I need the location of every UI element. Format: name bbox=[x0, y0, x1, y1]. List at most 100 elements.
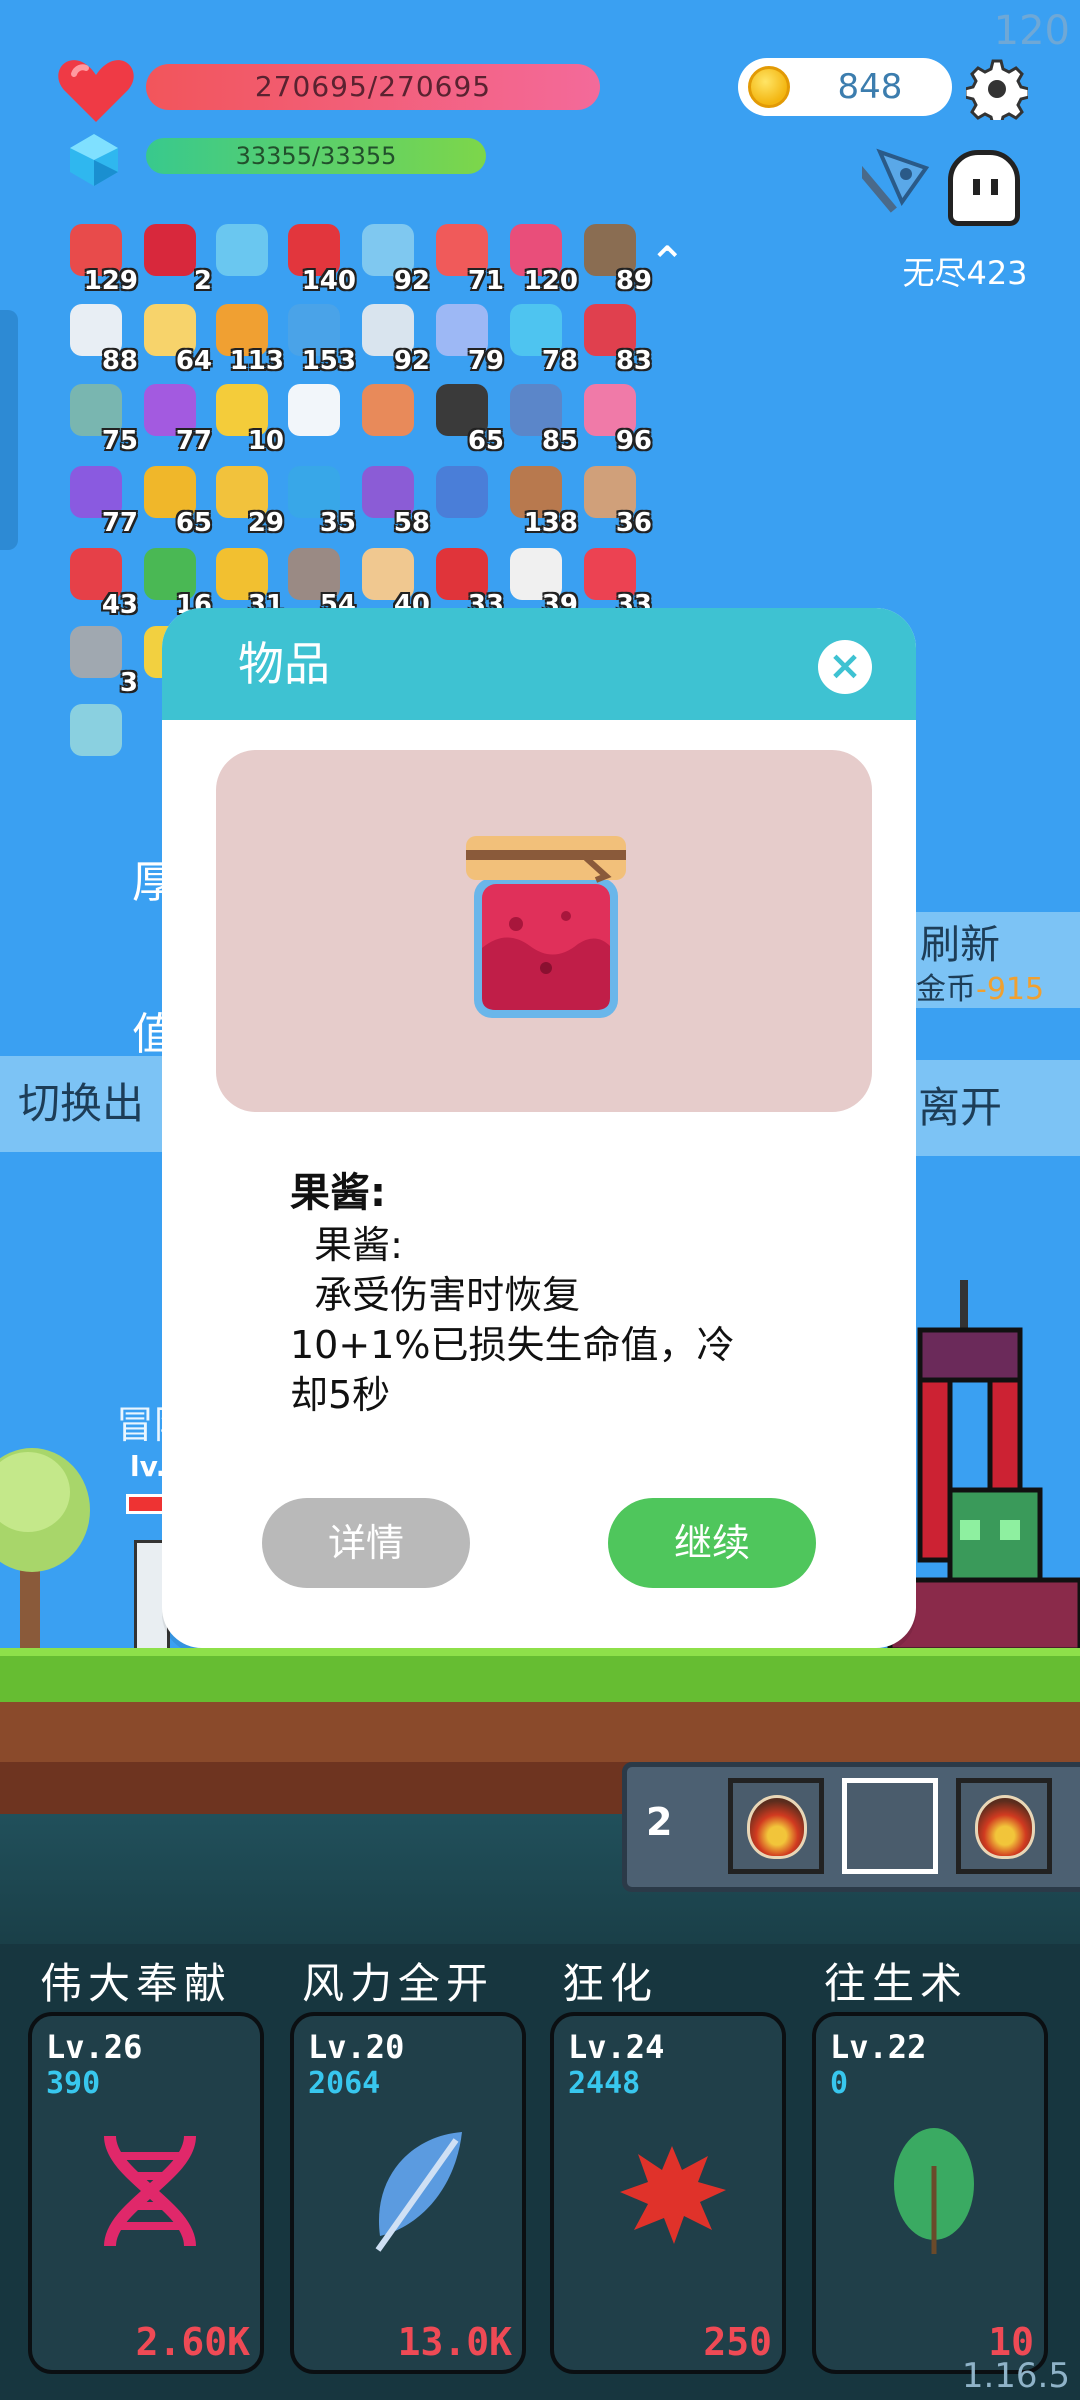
inventory-item[interactable]: 140 bbox=[282, 220, 356, 296]
inventory-item[interactable]: 3 bbox=[64, 622, 138, 698]
inventory-item[interactable]: 65 bbox=[430, 380, 504, 456]
potion-slot-1[interactable] bbox=[728, 1778, 824, 1874]
skill-level: Lv.22 bbox=[830, 2028, 927, 2066]
potion-slot-2[interactable] bbox=[842, 1778, 938, 1874]
inventory-item[interactable] bbox=[282, 380, 346, 444]
skill-upgrade-cost: 250 bbox=[703, 2320, 772, 2364]
gear-icon[interactable] bbox=[966, 58, 1028, 120]
inventory-item[interactable]: 58 bbox=[356, 462, 430, 538]
skill-upgrade-cost: 2.60K bbox=[135, 2320, 250, 2364]
skill-level: Lv.20 bbox=[308, 2028, 405, 2066]
potion-slot-3[interactable] bbox=[956, 1778, 1052, 1874]
inventory-item[interactable]: 33 bbox=[430, 544, 504, 620]
item-count: 153 bbox=[301, 346, 356, 376]
item-count: 78 bbox=[541, 346, 578, 376]
item-count: 65 bbox=[467, 426, 504, 456]
item-count: 43 bbox=[101, 590, 138, 620]
inventory-item[interactable]: 33 bbox=[578, 544, 652, 620]
heart-icon bbox=[58, 60, 134, 122]
endless-mode-label: 无尽423 bbox=[902, 254, 1028, 292]
item-count: 64 bbox=[175, 346, 212, 376]
dialog-title: 物品 bbox=[238, 637, 330, 691]
item-count: 113 bbox=[229, 346, 284, 376]
inventory-item[interactable]: 40 bbox=[356, 544, 430, 620]
inventory-item[interactable]: 2 bbox=[138, 220, 212, 296]
item-icon bbox=[288, 384, 340, 436]
inventory-item[interactable]: 79 bbox=[430, 300, 504, 376]
inventory-item[interactable]: 43 bbox=[64, 544, 138, 620]
skill-points: 2448 bbox=[568, 2066, 641, 2101]
inventory-item[interactable]: 96 bbox=[578, 380, 652, 456]
inventory-item[interactable]: 113 bbox=[210, 300, 284, 376]
inventory-item[interactable]: 85 bbox=[504, 380, 578, 456]
inventory-item[interactable]: 129 bbox=[64, 220, 138, 296]
inventory-item[interactable]: 92 bbox=[356, 220, 430, 296]
inventory-item[interactable]: 75 bbox=[64, 380, 138, 456]
inventory-item[interactable] bbox=[356, 380, 420, 444]
inventory-item[interactable]: 120 bbox=[504, 220, 578, 296]
version-label: 1.16.5 bbox=[961, 2356, 1070, 2396]
continue-button[interactable]: 继续 bbox=[608, 1498, 816, 1588]
inventory-item[interactable]: 153 bbox=[282, 300, 356, 376]
inventory-item[interactable]: 83 bbox=[578, 300, 652, 376]
inventory-item[interactable]: 36 bbox=[578, 462, 652, 538]
item-name: 果酱: bbox=[290, 1170, 386, 1216]
item-count: 77 bbox=[175, 426, 212, 456]
feather-icon bbox=[375, 2132, 462, 2252]
skill-card[interactable]: Lv.22 0 10 bbox=[812, 2012, 1048, 2374]
inventory-item[interactable]: 10 bbox=[210, 380, 284, 456]
inventory-item[interactable]: 138 bbox=[504, 462, 578, 538]
inventory-item[interactable]: 29 bbox=[210, 462, 284, 538]
mp-bar: 33355/33355 bbox=[146, 138, 486, 174]
refresh-button[interactable]: 刷新 金币-915 bbox=[916, 912, 1080, 1008]
inventory-item[interactable]: 35 bbox=[282, 462, 356, 538]
skill-card[interactable]: Lv.24 2448 250 bbox=[550, 2012, 786, 2374]
ghost-icon[interactable] bbox=[948, 150, 1020, 226]
left-edge-tab[interactable] bbox=[0, 310, 18, 550]
skill-card[interactable]: Lv.20 2064 13.0K bbox=[290, 2012, 526, 2374]
inventory-item[interactable]: 71 bbox=[430, 220, 504, 296]
item-description: 果酱: 承受伤害时恢复 10+1%已损失生命值，冷 却5秒 bbox=[290, 1223, 735, 1417]
inventory-item[interactable] bbox=[64, 700, 128, 764]
inventory-item[interactable]: 31 bbox=[210, 544, 284, 620]
skill-name: 伟大奉献 bbox=[40, 1959, 233, 2008]
item-count: 3 bbox=[119, 668, 138, 698]
item-count: 96 bbox=[615, 426, 652, 456]
inventory-item[interactable]: 77 bbox=[138, 380, 212, 456]
inventory-item[interactable]: 89 bbox=[578, 220, 652, 296]
potion-icon bbox=[747, 1795, 807, 1859]
inventory-item[interactable]: 39 bbox=[504, 544, 578, 620]
dna-icon bbox=[104, 2135, 196, 2247]
inventory-item[interactable]: 54 bbox=[282, 544, 356, 620]
inventory-item[interactable] bbox=[430, 462, 494, 526]
item-count: 35 bbox=[319, 508, 356, 538]
item-count: 88 bbox=[101, 346, 138, 376]
jam-jar-icon bbox=[466, 836, 626, 1018]
inventory-item[interactable]: 64 bbox=[138, 300, 212, 376]
inventory-item[interactable]: 92 bbox=[356, 300, 430, 376]
item-icon bbox=[436, 466, 488, 518]
skill-points: 2064 bbox=[308, 2066, 381, 2101]
item-icon bbox=[70, 626, 122, 678]
skill-card[interactable]: Lv.26 390 2.60K bbox=[28, 2012, 264, 2374]
flag-icon[interactable] bbox=[862, 144, 942, 224]
close-button[interactable]: × bbox=[818, 640, 872, 694]
item-count: 92 bbox=[393, 346, 430, 376]
inventory-item[interactable] bbox=[210, 220, 274, 284]
coin-icon bbox=[748, 66, 790, 108]
inventory-item[interactable]: 88 bbox=[64, 300, 138, 376]
inventory-item[interactable]: 77 bbox=[64, 462, 138, 538]
switch-button[interactable]: 切换出 bbox=[0, 1056, 162, 1152]
inventory-item[interactable]: 78 bbox=[504, 300, 578, 376]
leave-button[interactable]: 离开 bbox=[916, 1060, 1080, 1156]
skill-points: 0 bbox=[830, 2066, 849, 2101]
collapse-chevron-icon[interactable]: ⌃ bbox=[648, 240, 687, 286]
inventory-item[interactable]: 65 bbox=[138, 462, 212, 538]
coin-amount: 848 bbox=[837, 67, 903, 107]
item-count: 29 bbox=[247, 508, 284, 538]
details-button[interactable]: 详情 bbox=[262, 1498, 470, 1588]
skill-level: Lv.24 bbox=[568, 2028, 665, 2066]
refresh-cost-value: -915 bbox=[976, 972, 1045, 1007]
tree-sprite bbox=[0, 1448, 90, 1650]
inventory-item[interactable]: 16 bbox=[138, 544, 212, 620]
